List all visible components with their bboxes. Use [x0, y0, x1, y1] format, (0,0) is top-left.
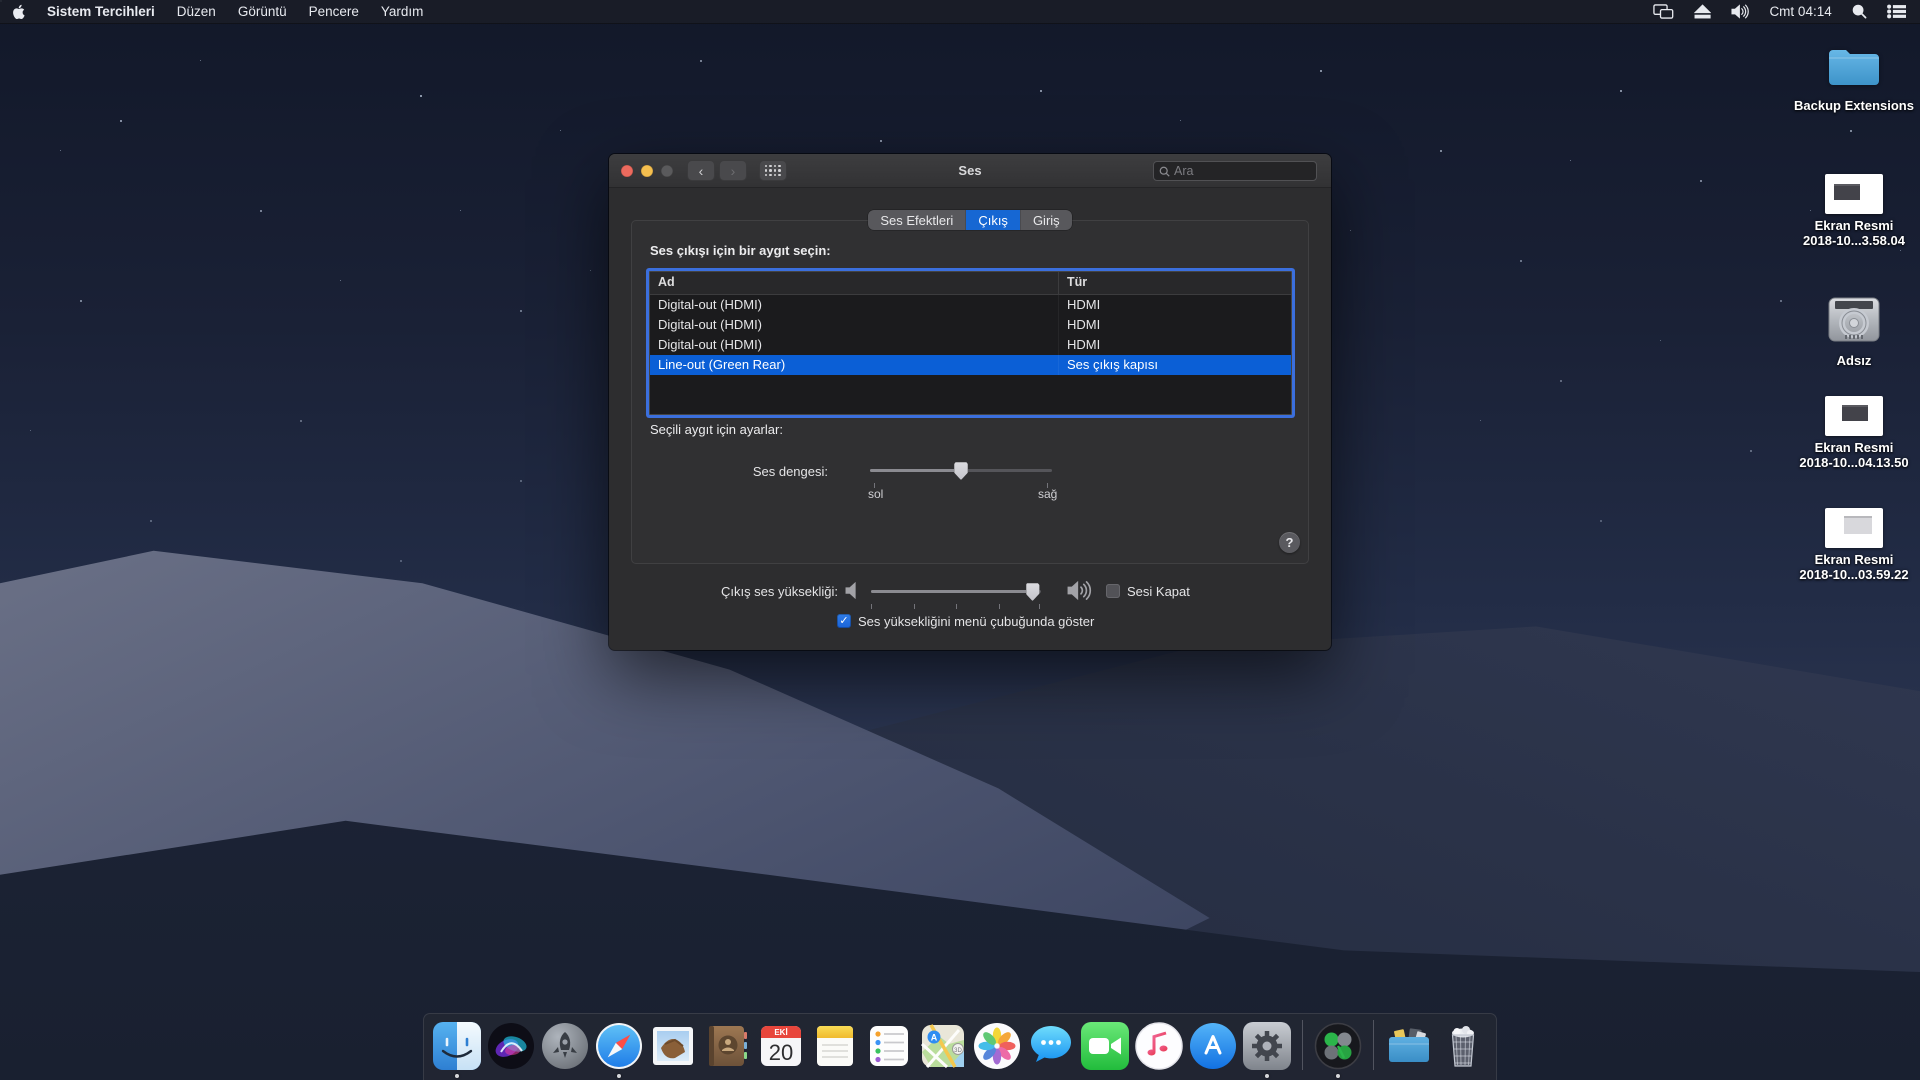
dock-itunes-icon[interactable]	[1135, 1022, 1183, 1070]
screenshot-thumbnail-icon	[1825, 396, 1883, 436]
dock-divider	[1373, 1020, 1374, 1070]
folder-icon	[1826, 45, 1882, 94]
dock-facetime-icon[interactable]	[1081, 1022, 1129, 1070]
screen-mirroring-icon[interactable]	[1643, 0, 1684, 24]
desktop-icon-label: Ekran Resmi2018-10...03.59.22	[1799, 552, 1908, 582]
speaker-loud-icon	[1067, 580, 1096, 601]
screenshot-thumbnail-icon	[1825, 174, 1883, 214]
output-tab-panel: Ses çıkışı için bir aygıt seçin: Ad Tür …	[631, 220, 1309, 564]
dock-contacts-icon[interactable]	[703, 1022, 751, 1070]
mute-checkbox[interactable]	[1106, 584, 1120, 598]
balance-caption-left: sol	[868, 487, 883, 501]
balance-slider[interactable]: sol sağ	[870, 461, 1052, 481]
sound-tab-bar: Ses Efektleri Çıkış Giriş	[609, 210, 1331, 230]
dock-app-store-icon[interactable]	[1189, 1022, 1237, 1070]
mute-checkbox-label[interactable]: Sesi Kapat	[1127, 584, 1190, 599]
spotlight-icon[interactable]	[1842, 0, 1877, 24]
sound-preferences-window: ‹ › Ses Ses Efektleri Çıkış Giriş Ses çı…	[609, 154, 1331, 650]
speaker-quiet-icon	[845, 582, 862, 599]
dock-clover-icon[interactable]	[1314, 1022, 1362, 1070]
zoom-button-disabled	[661, 165, 673, 177]
dock-reminders-icon[interactable]	[865, 1022, 913, 1070]
dock-downloads-folder-icon[interactable]	[1385, 1022, 1433, 1070]
balance-label: Ses dengesi:	[632, 464, 828, 479]
tab-ses-efektleri[interactable]: Ses Efektleri	[868, 210, 966, 230]
menu-item-app-name[interactable]: Sistem Tercihleri	[36, 0, 166, 24]
svg-text:3D: 3D	[954, 1048, 962, 1054]
balance-slider-thumb[interactable]	[954, 462, 968, 480]
output-device-table[interactable]: Ad Tür Digital-out (HDMI) HDMI Digital-o…	[649, 271, 1292, 415]
output-volume-label: Çıkış ses yüksekliği:	[609, 584, 838, 599]
dock-system-preferences-icon[interactable]	[1243, 1022, 1291, 1070]
device-row[interactable]: Digital-out (HDMI) HDMI	[650, 295, 1291, 315]
tab-giris[interactable]: Giriş	[1021, 210, 1072, 230]
preferences-search-field[interactable]	[1153, 161, 1317, 181]
balance-fill	[870, 469, 961, 472]
desktop-icon-backup-extensions[interactable]: Backup Extensions	[1794, 45, 1914, 113]
show-all-preferences-button[interactable]	[759, 160, 787, 181]
close-button[interactable]	[621, 165, 633, 177]
device-row[interactable]: Line-out (Green Rear) Ses çıkış kapısı	[650, 355, 1291, 375]
eject-icon[interactable]	[1684, 0, 1721, 24]
window-titlebar[interactable]: ‹ › Ses	[609, 154, 1331, 188]
menu-item-pencere[interactable]: Pencere	[298, 0, 370, 24]
output-volume-thumb[interactable]	[1026, 583, 1040, 601]
selected-device-settings-heading: Seçili aygıt için ayarlar:	[650, 422, 783, 437]
dock-safari-icon[interactable]	[595, 1022, 643, 1070]
tab-cikis[interactable]: Çıkış	[966, 210, 1021, 230]
menu-bar-clock[interactable]: Cmt 04:14	[1759, 4, 1841, 19]
search-icon	[1159, 166, 1170, 177]
forward-button: ›	[719, 160, 747, 181]
balance-caption-right: sağ	[1038, 487, 1057, 501]
svg-text:20: 20	[769, 1040, 793, 1065]
dock-calendar-icon[interactable]: EKİ 20	[757, 1022, 805, 1070]
column-header-tur[interactable]: Tür	[1058, 272, 1291, 294]
dock-maps-icon[interactable]: A 3D	[919, 1022, 967, 1070]
desktop-icon-screenshot-3[interactable]: Ekran Resmi2018-10...03.59.22	[1794, 508, 1914, 582]
menu-bar: Sistem Tercihleri Düzen Görüntü Pencere …	[0, 0, 1920, 24]
device-row[interactable]: Digital-out (HDMI) HDMI	[650, 315, 1291, 335]
dock-siri-icon[interactable]	[487, 1022, 535, 1070]
minimize-button[interactable]	[641, 165, 653, 177]
volume-icon[interactable]	[1721, 0, 1760, 24]
hard-disk-icon	[1826, 296, 1882, 349]
device-list-heading: Ses çıkışı için bir aygıt seçin:	[650, 243, 831, 258]
desktop-icon-label: Ekran Resmi2018-10...3.58.04	[1803, 218, 1905, 248]
desktop-icon-label: Adsız	[1837, 353, 1872, 368]
output-volume-slider[interactable]	[871, 582, 1041, 602]
desktop-icon-adsiz-disk[interactable]: Adsız	[1794, 296, 1914, 368]
menu-item-yardim[interactable]: Yardım	[370, 0, 435, 24]
help-button[interactable]: ?	[1279, 532, 1300, 553]
menu-item-duzen[interactable]: Düzen	[166, 0, 227, 24]
dock-finder-icon[interactable]	[433, 1022, 481, 1070]
output-volume-fill	[871, 590, 1033, 593]
dock-notes-icon[interactable]	[811, 1022, 859, 1070]
device-row[interactable]: Digital-out (HDMI) HDMI	[650, 335, 1291, 355]
column-header-ad[interactable]: Ad	[650, 272, 1058, 294]
desktop-icon-label: Backup Extensions	[1794, 98, 1914, 113]
dock-divider	[1302, 1020, 1303, 1070]
dock-launchpad-icon[interactable]	[541, 1022, 589, 1070]
traffic-lights	[609, 165, 673, 177]
apple-menu-icon[interactable]	[0, 4, 36, 20]
screenshot-thumbnail-icon	[1825, 508, 1883, 548]
notification-center-icon[interactable]	[1877, 0, 1920, 24]
back-button[interactable]: ‹	[687, 160, 715, 181]
show-volume-in-menubar-checkbox[interactable]	[837, 614, 851, 628]
svg-text:A: A	[931, 1033, 938, 1043]
search-input[interactable]	[1170, 164, 1311, 178]
table-header-row: Ad Tür	[650, 272, 1291, 295]
show-volume-in-menubar-label[interactable]: Ses yüksekliğini menü çubuğunda göster	[858, 614, 1094, 629]
desktop-icon-label: Ekran Resmi2018-10...04.13.50	[1799, 440, 1908, 470]
desktop-icon-screenshot-2[interactable]: Ekran Resmi2018-10...04.13.50	[1794, 396, 1914, 470]
dock-trash-icon[interactable]	[1439, 1022, 1487, 1070]
menu-item-goruntu[interactable]: Görüntü	[227, 0, 298, 24]
dock-messages-icon[interactable]	[1027, 1022, 1075, 1070]
svg-text:EKİ: EKİ	[774, 1028, 787, 1037]
dock-mail-icon[interactable]	[649, 1022, 697, 1070]
dock: EKİ 20 A 3D	[423, 1013, 1497, 1080]
dock-photos-icon[interactable]	[973, 1022, 1021, 1070]
desktop-icon-screenshot-1[interactable]: Ekran Resmi2018-10...3.58.04	[1794, 174, 1914, 248]
grid-icon	[765, 165, 782, 177]
